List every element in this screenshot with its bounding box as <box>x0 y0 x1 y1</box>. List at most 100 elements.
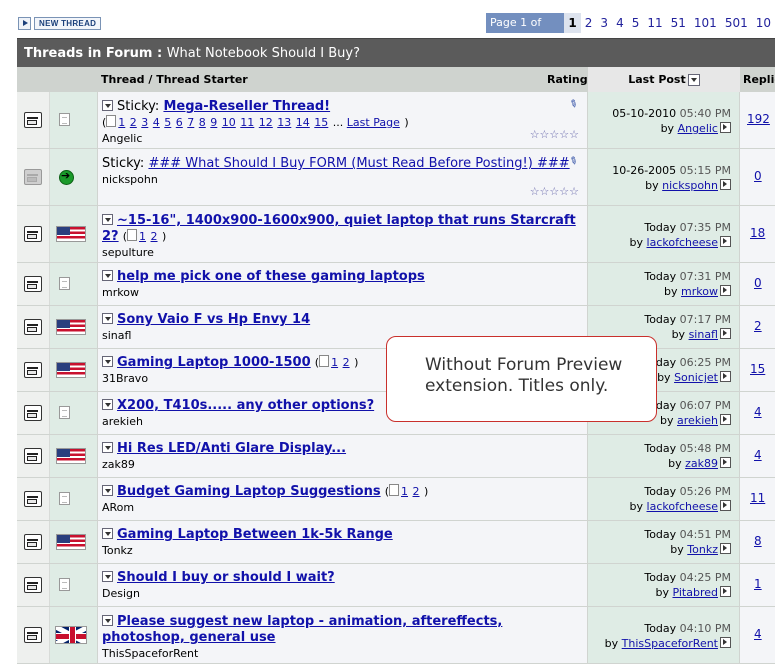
thread-page-link[interactable]: 14 <box>296 116 310 129</box>
last-post-user-link[interactable]: mrkow <box>681 285 718 298</box>
thread-title-link[interactable]: Should I buy or should I wait? <box>117 570 335 585</box>
page-link[interactable]: 101 <box>690 16 721 30</box>
dropdown-arrow-icon[interactable] <box>102 356 113 367</box>
thread-title-link[interactable]: ### What Should I Buy FORM (Must Read Be… <box>148 156 569 171</box>
last-post-user-link[interactable]: lackofcheese <box>647 236 718 249</box>
thread-starter[interactable]: zak89 <box>102 457 582 473</box>
go-to-last-post-icon[interactable] <box>720 285 731 296</box>
go-to-last-post-icon[interactable] <box>720 457 731 468</box>
thread-page-link[interactable]: 6 <box>176 116 183 129</box>
dropdown-arrow-icon[interactable] <box>102 442 113 453</box>
replies-count-link[interactable]: 11 <box>750 491 765 505</box>
replies-count-link[interactable]: 4 <box>754 627 762 641</box>
thread-page-link[interactable]: 2 <box>413 485 420 498</box>
thread-page-link[interactable]: 2 <box>343 356 350 369</box>
dropdown-arrow-icon[interactable] <box>102 485 113 496</box>
thread-starter[interactable]: mrkow <box>102 285 582 301</box>
thread-page-link[interactable]: 1 <box>331 356 338 369</box>
thread-page-link[interactable]: 10 <box>222 116 236 129</box>
last-post-user-link[interactable]: lackofcheese <box>647 500 718 513</box>
page-link[interactable]: 2 <box>581 16 597 30</box>
page-link[interactable]: 11 <box>643 16 666 30</box>
page-link[interactable]: 10 <box>752 16 775 30</box>
thread-title-link[interactable]: X200, T410s..... any other options? <box>117 398 374 413</box>
replies-count-link[interactable]: 0 <box>754 276 762 290</box>
page-link[interactable]: 5 <box>628 16 644 30</box>
thread-page-link[interactable]: 2 <box>151 230 158 243</box>
replies-count-link[interactable]: 2 <box>754 319 762 333</box>
new-thread-button[interactable]: NEW THREAD <box>34 16 102 30</box>
go-to-last-post-icon[interactable] <box>720 500 731 511</box>
last-post-user-link[interactable]: Angelic <box>678 122 718 135</box>
last-post-user-link[interactable]: zak89 <box>685 457 718 470</box>
thread-title-link[interactable]: Sony Vaio F vs Hp Envy 14 <box>117 312 310 327</box>
page-link[interactable]: 51 <box>667 16 690 30</box>
go-to-last-post-icon[interactable] <box>720 122 731 133</box>
last-post-user-link[interactable]: Sonicjet <box>674 371 718 384</box>
page-link[interactable]: 4 <box>612 16 628 30</box>
thread-page-link[interactable]: 11 <box>240 116 254 129</box>
thread-title-link[interactable]: Hi Res LED/Anti Glare Display... <box>117 441 346 456</box>
thread-page-link[interactable]: 1 <box>139 230 146 243</box>
thread-page-link[interactable]: 5 <box>164 116 171 129</box>
arrow-right-icon[interactable] <box>18 16 31 30</box>
thread-page-link[interactable]: 9 <box>210 116 217 129</box>
go-to-last-post-icon[interactable] <box>720 236 731 247</box>
thread-page-link[interactable]: 1 <box>118 116 125 129</box>
go-to-last-post-icon[interactable] <box>720 179 731 190</box>
thread-starter[interactable]: sepulture <box>102 245 582 261</box>
thread-starter[interactable]: ThisSpaceforRent <box>102 646 582 662</box>
go-to-last-post-icon[interactable] <box>720 414 731 425</box>
thread-page-link[interactable]: 1 <box>401 485 408 498</box>
thread-starter[interactable]: Tonkz <box>102 543 582 559</box>
thread-page-link[interactable]: 3 <box>141 116 148 129</box>
page-link[interactable]: 501 <box>721 16 752 30</box>
col-last-post[interactable]: Last Post <box>588 67 740 92</box>
thread-starter[interactable]: nickspohn <box>102 172 582 188</box>
last-post-user-link[interactable]: Tonkz <box>687 543 718 556</box>
last-post-user-link[interactable]: arekieh <box>677 414 718 427</box>
go-to-last-post-icon[interactable] <box>720 371 731 382</box>
thread-page-link[interactable]: 8 <box>199 116 206 129</box>
thread-page-link[interactable]: 12 <box>259 116 273 129</box>
dropdown-arrow-icon[interactable] <box>102 399 113 410</box>
thread-title-link[interactable]: ~15-16", 1400x900-1600x900, quiet laptop… <box>102 213 576 244</box>
go-to-last-post-icon[interactable] <box>720 637 731 648</box>
thread-title-link[interactable]: Budget Gaming Laptop Suggestions <box>117 484 381 499</box>
replies-count-link[interactable]: 15 <box>750 362 765 376</box>
replies-count-link[interactable]: 1 <box>754 577 762 591</box>
thread-starter[interactable]: Angelic <box>102 131 582 147</box>
replies-count-link[interactable]: 192 <box>747 112 770 126</box>
thread-page-link[interactable]: 13 <box>277 116 291 129</box>
new-thread-control[interactable]: NEW THREAD <box>18 16 102 30</box>
replies-count-link[interactable]: 8 <box>754 534 762 548</box>
dropdown-arrow-icon[interactable] <box>102 214 113 225</box>
thread-title-link[interactable]: Please suggest new laptop - animation, a… <box>102 614 502 645</box>
last-post-user-link[interactable]: nickspohn <box>662 179 718 192</box>
thread-page-link[interactable]: 7 <box>187 116 194 129</box>
dropdown-arrow-icon[interactable] <box>102 615 113 626</box>
dropdown-arrow-icon[interactable] <box>102 571 113 582</box>
replies-count-link[interactable]: 4 <box>754 448 762 462</box>
thread-title-link[interactable]: help me pick one of these gaming laptops <box>117 269 425 284</box>
thread-starter[interactable]: Design <box>102 586 582 602</box>
dropdown-arrow-icon[interactable] <box>102 528 113 539</box>
thread-page-link[interactable]: 4 <box>153 116 160 129</box>
col-rating[interactable]: Rating <box>547 67 588 92</box>
thread-title-link[interactable]: Mega-Reseller Thread! <box>163 99 330 114</box>
last-post-user-link[interactable]: Pitabred <box>672 586 718 599</box>
thread-starter[interactable]: ARom <box>102 500 582 516</box>
replies-count-link[interactable]: 0 <box>754 169 762 183</box>
go-to-last-post-icon[interactable] <box>720 328 731 339</box>
replies-count-link[interactable]: 4 <box>754 405 762 419</box>
last-page-link[interactable]: Last Page <box>347 116 400 129</box>
go-to-last-post-icon[interactable] <box>720 586 731 597</box>
last-post-user-link[interactable]: ThisSpaceforRent <box>622 637 718 650</box>
dropdown-arrow-icon[interactable] <box>102 313 113 324</box>
dropdown-arrow-icon[interactable] <box>102 270 113 281</box>
page-link[interactable]: 3 <box>596 16 612 30</box>
thread-title-link[interactable]: Gaming Laptop Between 1k-5k Range <box>117 527 393 542</box>
thread-title-link[interactable]: Gaming Laptop 1000-1500 <box>117 355 311 370</box>
dropdown-arrow-icon[interactable] <box>102 100 113 111</box>
sort-arrow-icon[interactable] <box>687 74 700 86</box>
